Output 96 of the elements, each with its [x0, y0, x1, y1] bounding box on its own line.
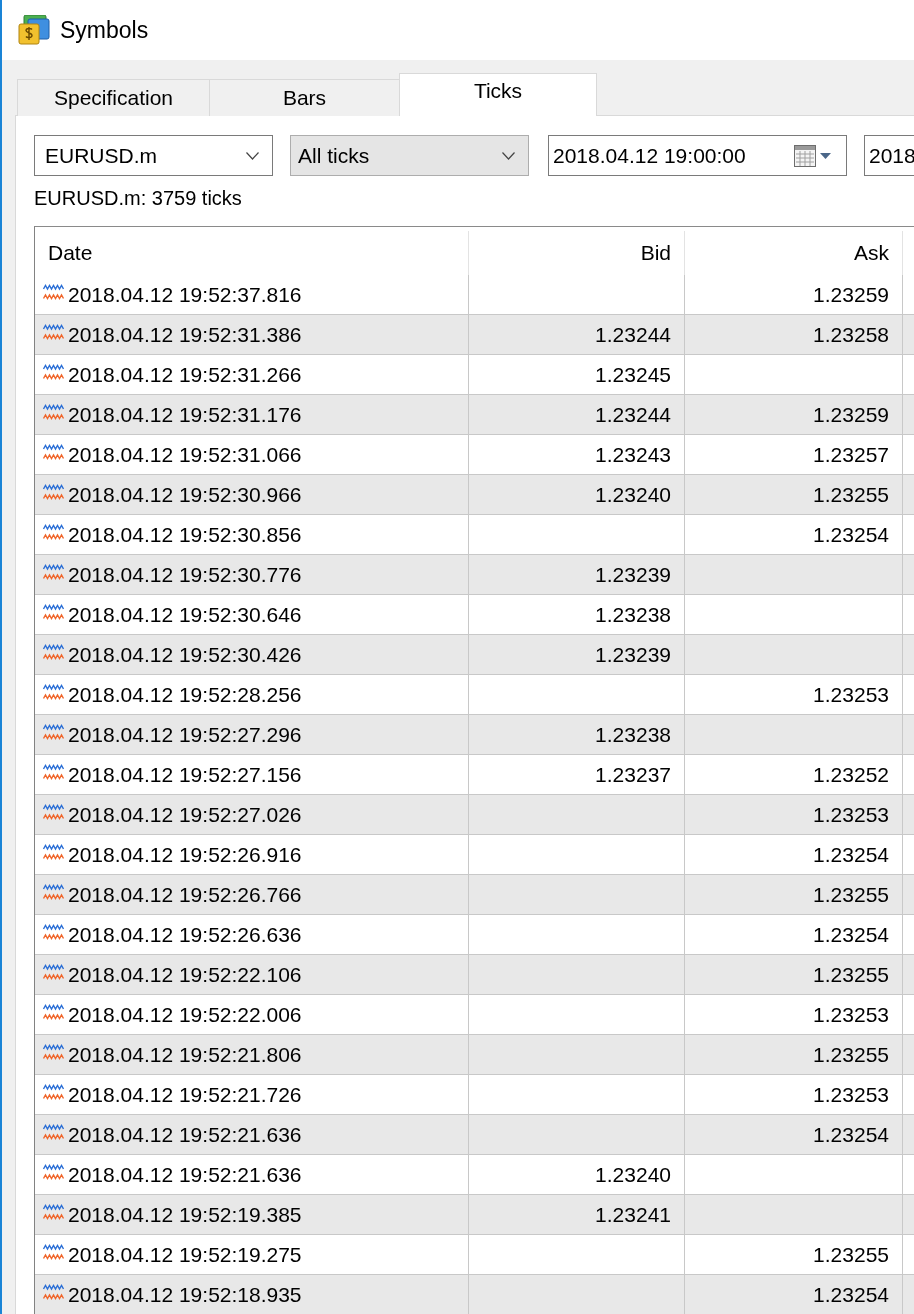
table-cell: 1.23241	[469, 1195, 685, 1234]
table-cell: 1.23254	[685, 835, 903, 874]
wave-icon	[43, 803, 64, 820]
wave-icon	[43, 1283, 64, 1300]
tick-count-label: EURUSD.m: 3759 ticks	[34, 187, 243, 209]
timestamp: 2018.04.12 19:52:27.026	[68, 802, 302, 827]
table-cell: 1.23254	[685, 515, 903, 554]
tick-type-dropdown[interactable]: All ticks	[290, 135, 529, 176]
date-field[interactable]: 2018	[864, 135, 914, 176]
wave-icon	[43, 843, 64, 860]
wave-icon	[43, 923, 64, 940]
table-cell: 1.23253	[685, 795, 903, 834]
wave-icon	[43, 403, 64, 420]
table-cell: 1.23255	[685, 475, 903, 514]
table-cell: 1.23257	[685, 435, 903, 474]
timestamp: 2018.04.12 19:52:31.266	[68, 362, 302, 387]
table-cell: 1.23239	[469, 555, 685, 594]
wave-icon	[43, 443, 64, 460]
chevron-down-icon	[246, 151, 259, 160]
timestamp: 2018.04.12 19:52:26.766	[68, 882, 302, 907]
tab[interactable]: Specification	[17, 79, 209, 116]
wave-icon	[43, 763, 64, 780]
timestamp: 2018.04.12 19:52:30.856	[68, 522, 302, 547]
wave-icon	[43, 323, 64, 340]
wave-icon	[43, 723, 64, 740]
table-cell: 1.23253	[685, 1075, 903, 1114]
timestamp: 2018.04.12 19:52:30.966	[68, 482, 302, 507]
table-cell: 1.23240	[469, 475, 685, 514]
table-cell: 1.23244	[469, 315, 685, 354]
wave-icon	[43, 643, 64, 660]
window-title: Symbols	[60, 16, 149, 44]
timestamp: 2018.04.12 19:52:26.916	[68, 842, 302, 867]
chevron-down-icon	[502, 151, 515, 160]
timestamp: 2018.04.12 19:52:37.816	[68, 282, 302, 307]
table-cell: 1.23255	[685, 955, 903, 994]
wave-icon	[43, 1043, 64, 1060]
table-cell: 1.23253	[685, 995, 903, 1034]
symbol-combo-box[interactable]: EURUSD.m	[34, 135, 273, 176]
table-cell: 1.23254	[685, 915, 903, 954]
wave-icon	[43, 603, 64, 620]
wave-icon	[43, 563, 64, 580]
timestamp: 2018.04.12 19:52:31.386	[68, 322, 302, 347]
table-cell: 1.23254	[685, 1115, 903, 1154]
wave-icon	[43, 483, 64, 500]
table-cell: 1.23252	[685, 755, 903, 794]
table-cell: 1.23254	[685, 1275, 903, 1314]
table-cell: 1.23245	[469, 355, 685, 394]
table-cell: 1.23239	[469, 635, 685, 674]
wave-icon	[43, 1203, 64, 1220]
table-cell: 1.23244	[469, 395, 685, 434]
calendar-icon	[794, 144, 832, 167]
timestamp: 2018.04.12 19:52:30.776	[68, 562, 302, 587]
wave-icon	[43, 683, 64, 700]
timestamp: 2018.04.12 19:52:30.646	[68, 602, 302, 627]
table-cell: 1.23238	[469, 595, 685, 634]
timestamp: 2018.04.12 19:52:26.636	[68, 922, 302, 947]
table-cell: 1.23253	[685, 675, 903, 714]
table-cell: 1.23237	[469, 755, 685, 794]
wave-icon	[43, 963, 64, 980]
timestamp: 2018.04.12 19:52:30.426	[68, 642, 302, 667]
table-cell: 1.23238	[469, 715, 685, 754]
table-cell: 1.23255	[685, 1035, 903, 1074]
timestamp: 2018.04.12 19:52:21.636	[68, 1122, 302, 1147]
timestamp: 2018.04.12 19:52:21.636	[68, 1162, 302, 1187]
wave-icon	[43, 1083, 64, 1100]
timestamp: 2018.04.12 19:52:18.935	[68, 1282, 302, 1307]
wave-icon	[43, 883, 64, 900]
timestamp: 2018.04.12 19:52:28.256	[68, 682, 302, 707]
table-cell: 1.23259	[685, 275, 903, 314]
timestamp: 2018.04.12 19:52:21.726	[68, 1082, 302, 1107]
table-cell: 1.23255	[685, 875, 903, 914]
timestamp: 2018.04.12 19:52:19.275	[68, 1242, 302, 1267]
wave-icon	[43, 1003, 64, 1020]
wave-icon	[43, 523, 64, 540]
timestamp: 2018.04.12 19:52:22.106	[68, 962, 302, 987]
date-field[interactable]: 2018.04.12 19:00:00	[548, 135, 847, 176]
wave-icon	[43, 1163, 64, 1180]
table-cell: 1.23240	[469, 1155, 685, 1194]
wave-icon	[43, 1123, 64, 1140]
table-cell: 1.23259	[685, 395, 903, 434]
wave-icon	[43, 283, 64, 300]
timestamp: 2018.04.12 19:52:27.156	[68, 762, 302, 787]
tab[interactable]: Bars	[209, 79, 399, 116]
wave-icon	[43, 363, 64, 380]
timestamp: 2018.04.12 19:52:31.176	[68, 402, 302, 427]
timestamp: 2018.04.12 19:52:22.006	[68, 1002, 302, 1027]
timestamp: 2018.04.12 19:52:31.066	[68, 442, 302, 467]
tab[interactable]: Ticks	[399, 73, 597, 116]
table-cell: 1.23243	[469, 435, 685, 474]
timestamp: 2018.04.12 19:52:21.806	[68, 1042, 302, 1067]
table-cell: 1.23258	[685, 315, 903, 354]
table-cell: 1.23255	[685, 1235, 903, 1274]
wave-icon	[43, 1243, 64, 1260]
timestamp: 2018.04.12 19:52:19.385	[68, 1202, 302, 1227]
timestamp: 2018.04.12 19:52:27.296	[68, 722, 302, 747]
app-icon	[18, 15, 50, 45]
